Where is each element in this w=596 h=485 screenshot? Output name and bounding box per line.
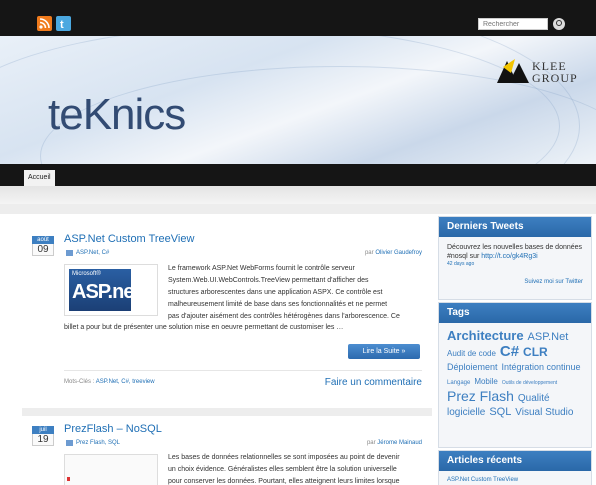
recent-posts-widget: Articles récents ASP.Net Custom TreeView <box>438 450 592 485</box>
post-excerpt-continued: billet a pour but de présenter une solut… <box>64 324 344 331</box>
aspnet-logo-main-label: ASP.net <box>72 281 140 303</box>
tags-prefix: Mots-Clés : <box>64 379 95 385</box>
aspnet-logo-top-label: Microsoft® <box>72 271 101 277</box>
tweet-link[interactable]: http://t.co/gk4Rg3i <box>481 253 537 260</box>
post-author: par Jérome Mainaud <box>367 440 422 446</box>
tag-link[interactable]: Visual Studio <box>515 407 573 418</box>
folder-icon <box>66 440 73 446</box>
post-excerpt-line: un choix évidence. Généralistes elles se… <box>168 466 397 473</box>
tags-widget: Tags Architecture ASP.Net Audit de code … <box>438 302 592 448</box>
search-input[interactable] <box>478 18 548 30</box>
post-separator <box>22 408 432 416</box>
post-categories: Prez Flash, SQL <box>66 440 120 446</box>
post-categories-link[interactable]: ASP.Net, C# <box>76 250 109 256</box>
content-divider <box>0 204 596 214</box>
read-more-button[interactable]: Lire la Suite » <box>348 344 420 359</box>
post-categories: ASP.Net, C# <box>66 250 109 256</box>
post-excerpt-line: Les bases de données relationnelles se s… <box>168 454 400 461</box>
post-month: juil <box>32 426 54 434</box>
main-content: août 09 ASP.Net Custom TreeView ASP.Net,… <box>22 216 432 485</box>
post-image[interactable]: Microsoft® ASP.net <box>64 264 158 316</box>
klee-group-logo-icon[interactable] <box>497 57 529 85</box>
author-link[interactable]: Jérome Mainaud <box>377 440 422 446</box>
post-excerpt-line: System.Web.UI.WebControls.TreeView perme… <box>168 277 369 284</box>
tweet-text: Découvrez les nouvelles bases de données… <box>439 237 591 261</box>
tags-links[interactable]: ASP.Net, C#, treeview <box>96 379 155 385</box>
post-author: par Olivier Gaudefroy <box>365 250 422 256</box>
post-excerpt: Le framework ASP.Net WebForms fournit le… <box>168 263 422 323</box>
post-date: juil 19 <box>32 426 54 446</box>
nav-item-accueil[interactable]: Accueil <box>24 170 55 186</box>
logo-text-line2: Group <box>532 71 578 85</box>
post-categories-link[interactable]: Prez Flash, SQL <box>76 440 120 446</box>
tag-link[interactable]: C# <box>500 343 519 360</box>
post-excerpt: Les bases de données relationnelles se s… <box>168 452 422 485</box>
recent-post-link[interactable]: ASP.Net Custom TreeView <box>439 471 591 485</box>
tag-link[interactable]: Déploiement <box>447 362 498 372</box>
tag-link[interactable]: Audit de code <box>447 349 496 358</box>
tag-link[interactable]: Intégration continue <box>501 362 580 372</box>
top-bar: t <box>0 0 596 36</box>
tag-link[interactable]: Prez Flash <box>447 388 514 404</box>
post-day: 09 <box>32 244 54 256</box>
tag-link[interactable]: CLR <box>523 345 548 359</box>
post-excerpt-line: structures arborescentes dans une applic… <box>168 289 383 296</box>
main-nav: Accueil <box>0 164 596 186</box>
post-item: août 09 ASP.Net Custom TreeView ASP.Net,… <box>22 216 432 408</box>
follow-twitter-link[interactable]: Suivez moi sur Twitter <box>439 267 591 285</box>
klee-group-logo-text: Klee Group <box>532 60 578 84</box>
aspnet-logo-icon: Microsoft® ASP.net <box>69 269 140 311</box>
search-icon[interactable] <box>553 18 565 30</box>
tag-link[interactable]: ASP.Net <box>528 331 569 343</box>
post-excerpt-line: Le framework ASP.Net WebForms fournit le… <box>168 265 355 272</box>
tag-link[interactable]: Mobile <box>474 377 498 386</box>
post-tags: Mots-Clés : ASP.Net, C#, treeview <box>64 379 155 385</box>
post-month: août <box>32 236 54 244</box>
nav-strip <box>0 186 596 204</box>
tag-link[interactable]: Outils de développement <box>502 380 557 386</box>
site-title[interactable]: teKnics <box>48 90 186 140</box>
post-title[interactable]: ASP.Net Custom TreeView <box>64 233 194 245</box>
comment-link[interactable]: Faire un commentaire <box>325 377 422 388</box>
tweets-widget: Derniers Tweets Découvrez les nouvelles … <box>438 216 592 300</box>
twitter-icon[interactable]: t <box>56 16 71 31</box>
post-divider <box>64 370 422 371</box>
tweets-widget-title: Derniers Tweets <box>439 217 591 237</box>
post-title[interactable]: PrezFlash – NoSQL <box>64 423 162 435</box>
folder-icon <box>66 250 73 256</box>
tag-link[interactable]: SQL <box>489 406 511 418</box>
post-item: juil 19 PrezFlash – NoSQL Prez Flash, SQ… <box>22 416 432 485</box>
post-excerpt-line: malheureusement limité de base dans ses … <box>168 301 388 308</box>
tags-widget-title: Tags <box>439 303 591 323</box>
author-link[interactable]: Olivier Gaudefroy <box>375 250 422 256</box>
tag-link[interactable]: Architecture <box>447 328 524 343</box>
image-fragment <box>67 477 70 481</box>
post-date: août 09 <box>32 236 54 256</box>
rss-icon[interactable] <box>37 16 52 31</box>
post-image[interactable] <box>64 454 158 485</box>
post-day: 19 <box>32 434 54 446</box>
svg-text:t: t <box>60 19 64 31</box>
author-prefix: par <box>364 250 374 256</box>
author-prefix: par <box>366 440 376 446</box>
site-header: teKnics Klee Group <box>0 36 596 164</box>
tag-link[interactable]: Langage <box>447 380 470 386</box>
recent-posts-widget-title: Articles récents <box>439 451 591 471</box>
tag-cloud: Architecture ASP.Net Audit de code C# CL… <box>439 323 591 426</box>
post-excerpt-line: pour conserver les données. Pourtant, el… <box>168 478 400 485</box>
